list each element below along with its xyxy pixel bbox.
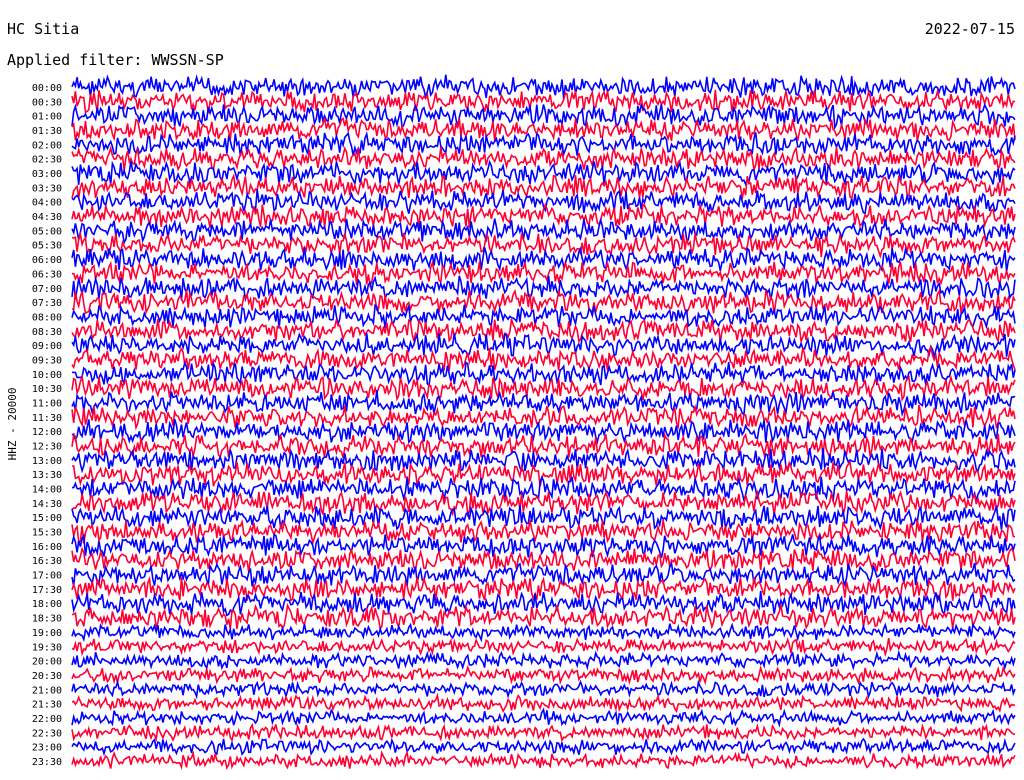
time-tick-label: 11:00 <box>32 398 62 409</box>
time-tick-label: 23:00 <box>32 743 62 754</box>
trace-line <box>71 664 1016 686</box>
helicorder-plot: 00:00 00:30 01:00 01:30 02:00 02:30 03:00 03:30… <box>6 74 1016 771</box>
time-tick-label: 03:00 <box>32 169 62 180</box>
trace-line <box>71 403 1016 431</box>
time-tick-label: 11:30 <box>32 413 62 424</box>
trace-line <box>71 202 1016 229</box>
trace-line <box>71 431 1016 459</box>
trace-line <box>71 750 1016 771</box>
time-tick-label: 14:30 <box>32 499 62 510</box>
trace-line <box>71 390 1016 418</box>
time-tick-label: 19:00 <box>32 628 62 639</box>
trace-line <box>71 736 1016 757</box>
time-tick-label: 21:00 <box>32 685 62 696</box>
time-tick-label: 05:00 <box>32 226 62 237</box>
time-tick-label: 14:00 <box>32 485 62 496</box>
trace-line <box>71 173 1016 200</box>
time-tick-label: 21:30 <box>32 700 62 711</box>
trace-line <box>71 602 1016 631</box>
time-tick-label: 09:30 <box>32 355 62 366</box>
time-tick-label: 04:00 <box>32 198 62 209</box>
trace-line <box>71 637 1016 658</box>
time-tick-label: 18:00 <box>32 599 62 610</box>
time-tick-labels: 00:00 00:30 01:00 01:30 02:00 02:30 03:00 03:30… <box>32 83 62 768</box>
time-tick-label: 13:30 <box>32 470 62 481</box>
trace-line <box>71 117 1016 142</box>
trace-line <box>71 707 1016 728</box>
time-tick-label: 07:30 <box>32 298 62 309</box>
time-tick-label: 16:30 <box>32 556 62 567</box>
time-tick-label: 00:00 <box>32 83 62 94</box>
time-tick-label: 20:00 <box>32 657 62 668</box>
time-tick-label: 17:00 <box>32 571 62 582</box>
time-tick-label: 22:00 <box>32 714 62 725</box>
time-tick-label: 22:30 <box>32 728 62 739</box>
time-tick-label: 00:30 <box>32 97 62 108</box>
time-tick-label: 15:00 <box>32 513 62 524</box>
time-tick-label: 05:30 <box>32 241 62 252</box>
time-tick-label: 09:00 <box>32 341 62 352</box>
time-tick-label: 15:30 <box>32 528 62 539</box>
time-tick-label: 08:00 <box>32 312 62 323</box>
time-tick-label: 02:30 <box>32 155 62 166</box>
trace-line <box>71 590 1016 617</box>
trace-line <box>71 246 1016 273</box>
time-tick-label: 17:30 <box>32 585 62 596</box>
time-tick-label: 10:00 <box>32 370 62 381</box>
time-tick-label: 20:30 <box>32 671 62 682</box>
time-tick-label: 03:30 <box>32 183 62 194</box>
trace-line <box>71 649 1016 671</box>
trace-line <box>71 145 1016 173</box>
time-tick-label: 01:00 <box>32 112 62 123</box>
trace-line <box>71 131 1016 158</box>
time-tick-label: 07:00 <box>32 284 62 295</box>
time-tick-label: 02:00 <box>32 140 62 151</box>
time-tick-label: 06:30 <box>32 269 62 280</box>
time-tick-label: 06:00 <box>32 255 62 266</box>
trace-line <box>71 679 1016 700</box>
time-tick-label: 10:30 <box>32 384 62 395</box>
time-tick-label: 18:30 <box>32 614 62 625</box>
time-tick-label: 16:00 <box>32 542 62 553</box>
trace-line <box>71 74 1016 101</box>
seismic-traces <box>71 74 1016 771</box>
time-tick-label: 23:30 <box>32 757 62 768</box>
time-tick-label: 12:30 <box>32 442 62 453</box>
trace-line <box>71 622 1016 643</box>
time-tick-label: 08:30 <box>32 327 62 338</box>
trace-line <box>71 722 1016 743</box>
time-tick-label: 01:30 <box>32 126 62 137</box>
time-tick-label: 13:00 <box>32 456 62 467</box>
time-tick-label: 04:30 <box>32 212 62 223</box>
channel-label: HHZ - 20000 <box>6 388 19 461</box>
time-tick-label: 12:00 <box>32 427 62 438</box>
time-tick-label: 19:30 <box>32 642 62 653</box>
